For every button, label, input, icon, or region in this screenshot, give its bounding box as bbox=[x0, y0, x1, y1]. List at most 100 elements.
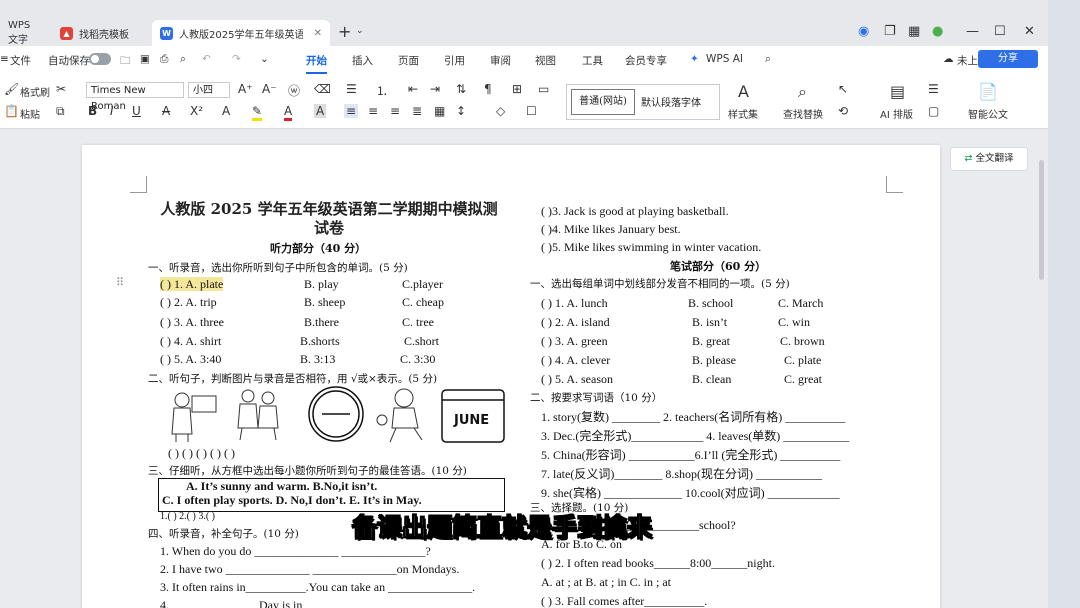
preview-icon[interactable]: ⌕ bbox=[180, 53, 186, 66]
cloud-icon: ☁ bbox=[943, 53, 954, 65]
w1-q4-c: C. plate bbox=[784, 353, 822, 367]
smart-doc-button[interactable]: 智能公文 bbox=[968, 106, 1008, 121]
menu-tools[interactable]: 工具 bbox=[582, 53, 603, 68]
right-line-3: ( )5. Mike likes swimming in winter vaca… bbox=[541, 240, 762, 254]
superscript-icon[interactable]: X² bbox=[190, 104, 203, 118]
picture-row: JUNE bbox=[171, 386, 505, 443]
search-icon[interactable]: ⌕ bbox=[765, 53, 771, 66]
shapes-icon[interactable]: ▢ bbox=[928, 104, 939, 118]
minimize-icon[interactable]: — bbox=[966, 24, 979, 39]
new-tab-icon[interactable]: + bbox=[338, 22, 351, 41]
style-set-icon: A bbox=[738, 82, 749, 101]
menu-view[interactable]: 视图 bbox=[535, 53, 556, 68]
hamburger-icon[interactable]: ≡ bbox=[0, 53, 9, 65]
font-color-icon[interactable]: A bbox=[284, 104, 293, 121]
text-effect-icon[interactable]: A bbox=[222, 104, 230, 118]
select-icon[interactable]: ↖ bbox=[838, 82, 848, 96]
w2-row-5: 9. she(宾格) _____________ 10.cool(对应词) __… bbox=[541, 486, 840, 500]
cut-icon[interactable]: ✂ bbox=[56, 82, 66, 96]
menu-file[interactable]: 文件 bbox=[10, 53, 31, 68]
outdent-icon[interactable]: ⇤ bbox=[408, 82, 418, 96]
avatar[interactable]: ● bbox=[932, 24, 943, 39]
menu-home[interactable]: 开始 bbox=[306, 53, 327, 74]
undo-icon[interactable]: ↶ bbox=[202, 53, 211, 65]
share-label: 分享 bbox=[998, 53, 1018, 64]
paragraph-mark-icon[interactable]: ¶ bbox=[484, 82, 492, 96]
more-icon[interactable]: ⌄ bbox=[260, 53, 269, 65]
shrink-font-icon[interactable]: A⁻ bbox=[262, 82, 277, 96]
bold-icon[interactable]: B bbox=[88, 104, 97, 118]
align-left-icon[interactable]: ≡ bbox=[344, 104, 359, 118]
share-button[interactable]: 分享 bbox=[978, 50, 1038, 68]
tab-wps-writer[interactable]: WPS 文字 bbox=[0, 20, 44, 46]
strikethrough-icon[interactable]: A bbox=[162, 104, 170, 118]
paragraph-settings-icon[interactable]: ⊞ bbox=[512, 82, 522, 96]
autosave-toggle[interactable] bbox=[89, 53, 111, 65]
save-icon[interactable]: ▣ bbox=[140, 53, 150, 65]
line-spacing-icon[interactable]: ↕ bbox=[456, 104, 466, 118]
autosave-label: 自动保存 bbox=[48, 55, 90, 67]
written-section-2-heading: 二、按要求写词语（10 分） bbox=[530, 392, 663, 404]
text-tool-icon[interactable]: ☰ bbox=[928, 82, 939, 96]
menu-review[interactable]: 审阅 bbox=[490, 53, 511, 68]
paste-icon: 📋 bbox=[4, 104, 19, 118]
w3-line-5: ( ) 3. Fall comes after__________. bbox=[541, 594, 708, 608]
highlight-icon[interactable]: ✎ bbox=[252, 104, 263, 121]
italic-icon[interactable]: I bbox=[110, 104, 114, 118]
section-3-heading: 三、仔细听，从方框中选出每小题你所听到句子的最佳答语。(10 分) bbox=[148, 465, 467, 477]
print-icon[interactable]: ⎙ bbox=[160, 53, 168, 66]
bullet-list-icon[interactable]: ☰ bbox=[346, 82, 357, 96]
menu-member[interactable]: 会员专享 bbox=[625, 53, 667, 68]
rotate-icon[interactable]: ⟲ bbox=[838, 104, 848, 118]
style-gallery[interactable]: 普通(网站) 默认段落字体 bbox=[566, 84, 720, 120]
justify-icon[interactable]: ≣ bbox=[412, 104, 422, 118]
tab-template[interactable]: ▲ 找稻壳模板 bbox=[52, 20, 146, 46]
menu-reference[interactable]: 引用 bbox=[444, 53, 465, 68]
style-default-font[interactable]: 默认段落字体 bbox=[641, 94, 701, 109]
folder-icon[interactable]: 🗀 bbox=[120, 53, 131, 71]
numbered-list-icon[interactable]: ⒈ bbox=[376, 82, 388, 99]
menu-bar: ≡ 文件 自动保存 🗀 ▣ ⎙ ⌕ ↶ ↷ ⌄ 开始 插入 页面 引用 审阅 视… bbox=[0, 46, 1048, 74]
ai-layout-button[interactable]: AI 排版 bbox=[880, 106, 913, 121]
close-window-icon[interactable]: ✕ bbox=[1024, 24, 1035, 39]
redo-icon[interactable]: ↷ bbox=[232, 53, 241, 65]
indent-icon[interactable]: ⇥ bbox=[430, 82, 440, 96]
grid-icon[interactable]: ▦ bbox=[908, 24, 920, 39]
close-tab-icon[interactable]: ✕ bbox=[314, 28, 322, 39]
style-normal-web[interactable]: 普通(网站) bbox=[571, 89, 635, 115]
menu-page[interactable]: 页面 bbox=[398, 53, 419, 68]
distribute-icon[interactable]: ▦ bbox=[434, 104, 445, 118]
change-case-icon[interactable]: ⓦ bbox=[288, 82, 300, 99]
copy-icon[interactable]: ⧉ bbox=[56, 104, 65, 119]
align-right-icon[interactable]: ≡ bbox=[390, 104, 400, 118]
drag-handle-icon[interactable]: ⠿ bbox=[116, 276, 124, 289]
w1-q5-a: ( ) 5. A. season bbox=[541, 372, 613, 386]
menu-insert[interactable]: 插入 bbox=[352, 53, 373, 68]
shading-icon[interactable]: ◇ bbox=[496, 104, 505, 118]
clear-format-icon[interactable]: ⌫ bbox=[314, 82, 331, 96]
font-size-select[interactable]: 小四 bbox=[188, 82, 230, 98]
written-header: 笔试部分（60 分） bbox=[670, 260, 767, 273]
teacher-picture bbox=[171, 392, 217, 442]
full-translate-button[interactable]: ⇄ 全文翻译 bbox=[950, 147, 1028, 171]
word-doc-icon: W bbox=[160, 26, 173, 40]
tab-document[interactable]: W 人教版2025学年五年级英语第 ✕ bbox=[152, 20, 330, 46]
maximize-icon[interactable]: ☐ bbox=[994, 24, 1006, 39]
table-icon[interactable]: ▭ bbox=[538, 82, 549, 96]
char-shading-icon[interactable]: A bbox=[314, 104, 327, 118]
window-icon[interactable]: ❐ bbox=[884, 24, 896, 39]
style-set-button[interactable]: 样式集 bbox=[728, 106, 758, 121]
border-icon[interactable]: ☐ bbox=[526, 104, 537, 118]
paste-button[interactable]: 粘贴 bbox=[20, 106, 40, 121]
chevron-down-icon[interactable]: ⌄ bbox=[356, 26, 364, 36]
ai-icon[interactable]: ◉ bbox=[858, 24, 869, 39]
menu-wps-ai[interactable]: WPS AI bbox=[706, 53, 743, 65]
grow-font-icon[interactable]: A⁺ bbox=[238, 82, 253, 96]
sort-icon[interactable]: ⇅ bbox=[456, 82, 466, 96]
format-painter-button[interactable]: 格式刷 bbox=[20, 84, 50, 99]
underline-icon[interactable]: U bbox=[132, 104, 141, 118]
font-name-select[interactable]: Times New Roman bbox=[86, 82, 184, 112]
vertical-scrollbar[interactable] bbox=[1039, 160, 1044, 280]
find-replace-button[interactable]: 查找替换 bbox=[783, 106, 823, 121]
align-center-icon[interactable]: ≡ bbox=[368, 104, 378, 118]
